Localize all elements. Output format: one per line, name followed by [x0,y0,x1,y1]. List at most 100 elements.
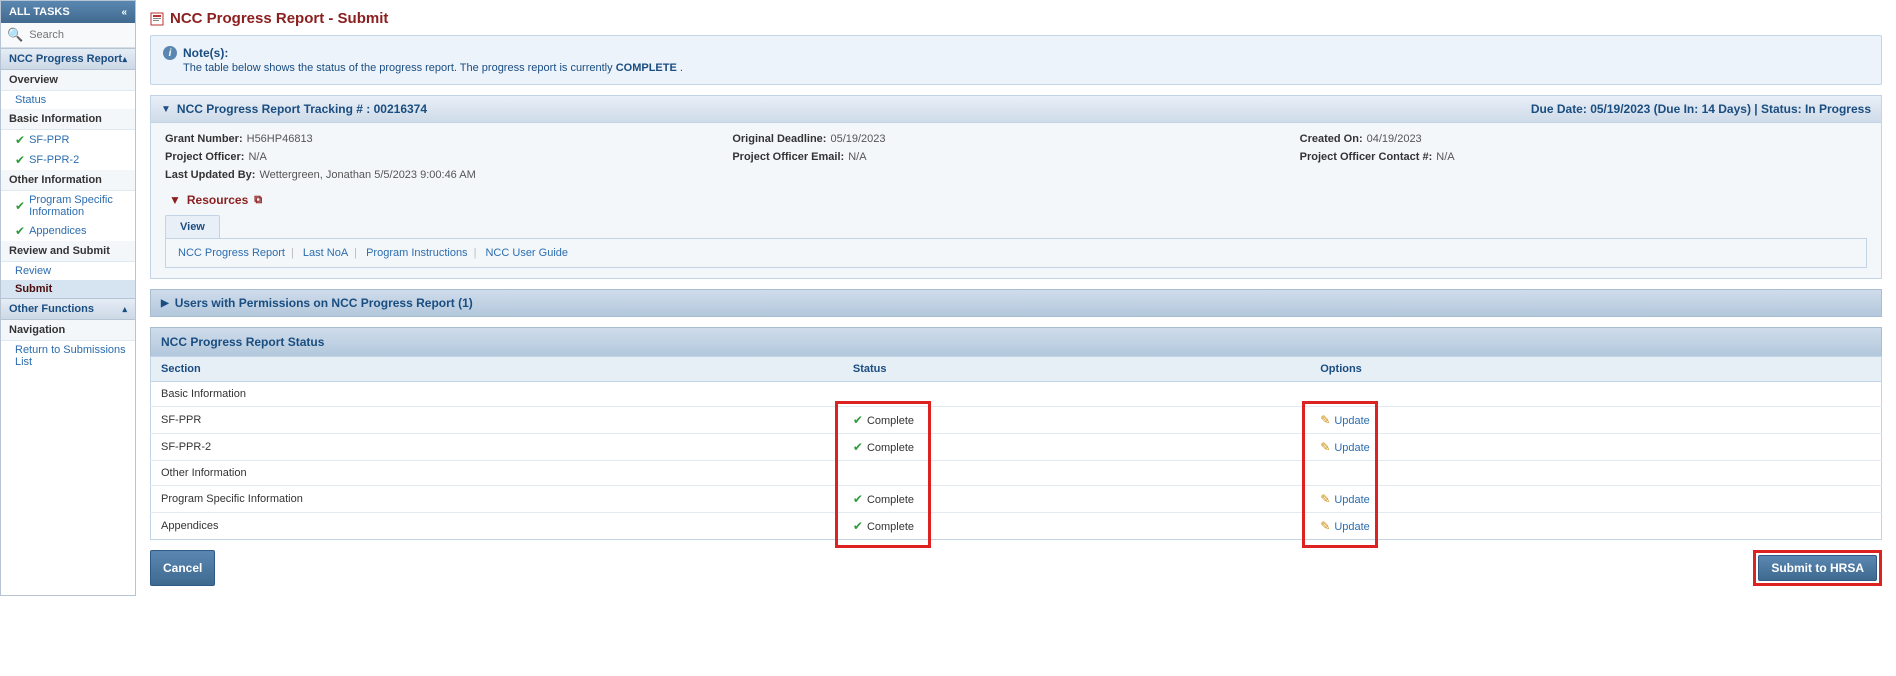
permissions-panel-head[interactable]: ▶ Users with Permissions on NCC Progress… [150,289,1882,317]
sidebar-item-label: Return to Submissions List [15,344,127,368]
sidebar-item-label: Submit [15,283,52,295]
kv-val: H56HP46813 [247,133,313,145]
status-table: Section Status Options Basic Information… [150,356,1882,540]
sidebar-item-label: SF-PPR [29,134,69,146]
sidebar-subhead-overview: Overview [1,70,135,91]
kv-key: Last Updated By: [165,169,255,181]
kv-val: Wettergreen, Jonathan 5/5/2023 9:00:46 A… [259,169,475,181]
kv-po: Project Officer:N/A [165,151,732,163]
kv-key: Grant Number: [165,133,243,145]
table-row: Basic Information [151,382,1882,407]
pencil-icon: ✎ [1320,440,1330,454]
status-label: Complete [867,494,914,506]
resources-head[interactable]: ▼ Resources ⧉ [165,189,1867,211]
update-link[interactable]: Update [1334,415,1369,427]
check-icon: ✔ [15,199,25,213]
search-input[interactable] [27,28,117,42]
sidebar-item-psi[interactable]: ✔ Program Specific Information [1,191,135,221]
sidebar-section-otherfn[interactable]: Other Functions ▴ [1,298,135,320]
main-content: NCC Progress Report - Submit i Note(s): … [136,0,1896,596]
notes-body-prefix: The table below shows the status of the … [183,62,616,74]
th-status: Status [843,357,1310,382]
submit-to-hrsa-button[interactable]: Submit to HRSA [1758,555,1877,581]
sidebar-item-label: Status [15,94,46,106]
highlight-box-submit: Submit to HRSA [1753,550,1882,586]
cell-section: SF-PPR-2 [151,434,843,461]
table-row: SF-PPR✔Complete✎Update [151,407,1882,434]
sidebar-item-review[interactable]: Review [1,262,135,280]
search-row: 🔍 [1,23,135,48]
sidebar-item-sfppr[interactable]: ✔ SF-PPR [1,130,135,150]
search-icon: 🔍 [7,27,23,43]
cell-options: ✎Update [1310,407,1881,434]
sidebar: ALL TASKS « 🔍 NCC Progress Report ▴ Over… [0,0,136,596]
permissions-title: Users with Permissions on NCC Progress R… [175,296,473,310]
tracking-right: Due Date: 05/19/2023 (Due In: 14 Days) |… [1531,102,1871,116]
check-icon: ✔ [853,519,863,533]
cell-section: Appendices [151,513,843,540]
check-icon: ✔ [853,413,863,427]
table-row: Program Specific Information✔Complete✎Up… [151,486,1882,513]
cell-options: ✎ Update [1310,434,1881,461]
notes-box: i Note(s): The table below shows the sta… [150,35,1882,85]
sidebar-item-label: Review [15,265,51,277]
separator: | [291,247,294,259]
info-icon: i [163,46,177,60]
resources-title: Resources [187,193,248,207]
update-link[interactable]: Update [1334,494,1369,506]
th-options: Options [1310,357,1881,382]
section-label: NCC Progress Report [9,53,122,65]
page-title: NCC Progress Report - Submit [170,10,388,27]
cell-options: ✎Update [1310,513,1881,540]
cell-status: ✔Complete [843,407,1310,434]
cell-status [843,382,1310,407]
kv-po-email: Project Officer Email:N/A [732,151,1299,163]
reslink-2[interactable]: Program Instructions [366,247,467,259]
notes-body-suffix: . [677,62,683,74]
sidebar-subhead-review: Review and Submit [1,241,135,262]
resource-links: NCC Progress Report| Last NoA| Program I… [165,238,1867,268]
pencil-icon: ✎ [1320,492,1330,506]
update-link[interactable]: Update [1334,442,1369,454]
sidebar-item-appendices[interactable]: ✔ Appendices [1,221,135,241]
cell-options: ✎ Update [1310,486,1881,513]
sidebar-item-sfppr2[interactable]: ✔ SF-PPR-2 [1,150,135,170]
tracking-panel-head[interactable]: ▼ NCC Progress Report Tracking # : 00216… [151,96,1881,123]
tab-view[interactable]: View [165,215,220,238]
reslink-3[interactable]: NCC User Guide [485,247,568,259]
sidebar-item-status[interactable]: Status [1,91,135,109]
caret-down-icon: ▼ [169,193,181,207]
tracking-panel: ▼ NCC Progress Report Tracking # : 00216… [150,95,1882,279]
cell-status: ✔Complete [843,434,1310,461]
kv-key: Created On: [1300,133,1363,145]
kv-val: 04/19/2023 [1367,133,1422,145]
cell-section: Basic Information [151,382,843,407]
reslink-1[interactable]: Last NoA [303,247,348,259]
sidebar-item-return[interactable]: Return to Submissions List [1,341,135,371]
collapse-icon[interactable]: « [121,7,127,18]
th-section: Section [151,357,843,382]
cell-section: SF-PPR [151,407,843,434]
page-title-row: NCC Progress Report - Submit [150,10,1882,27]
cancel-button[interactable]: Cancel [150,550,215,586]
kv-key: Project Officer: [165,151,244,163]
sidebar-section-ncc[interactable]: NCC Progress Report ▴ [1,48,135,70]
sidebar-subhead-other: Other Information [1,170,135,191]
reslink-0[interactable]: NCC Progress Report [178,247,285,259]
sidebar-title: ALL TASKS [9,6,70,18]
kv-po-contact: Project Officer Contact #:N/A [1300,151,1867,163]
sidebar-subhead-navigation: Navigation [1,320,135,341]
cell-status: ✔Complete [843,486,1310,513]
sidebar-item-submit[interactable]: Submit [1,280,135,298]
kv-orig-deadline: Original Deadline: 05/19/2023 [732,133,1299,145]
section-label: Other Functions [9,303,94,315]
chevron-up-icon: ▴ [122,304,127,315]
kv-created: Created On: 04/19/2023 [1300,133,1867,145]
update-link[interactable]: Update [1334,521,1369,533]
kv-key: Project Officer Email: [732,151,844,163]
caret-right-icon: ▶ [161,298,169,309]
kv-key: Original Deadline: [732,133,826,145]
cell-status: ✔Complete [843,513,1310,540]
kv-val: 05/19/2023 [830,133,885,145]
table-row: Appendices✔Complete✎Update [151,513,1882,540]
